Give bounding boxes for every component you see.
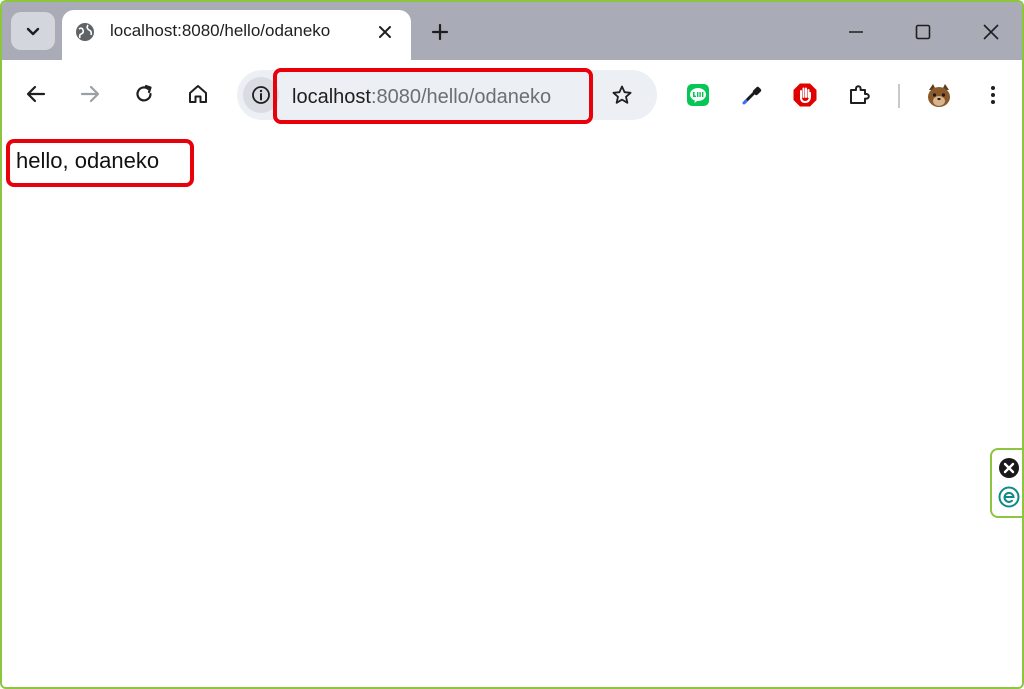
back-button[interactable] [22,80,50,108]
minimize-icon [849,31,863,33]
arrow-right-icon [80,85,100,103]
menu-button[interactable] [980,82,1006,108]
extensions-button[interactable] [846,82,872,108]
url-highlight-box [273,68,593,124]
bookmark-button[interactable] [609,82,635,108]
page-content: hello, odaneko [2,132,1022,687]
close-circle-icon [999,458,1019,478]
tab-strip: localhost:8080/hello/odaneko [2,2,1022,62]
maximize-button[interactable] [911,20,935,44]
more-vert-icon [991,86,995,104]
plus-icon [431,23,449,41]
puzzle-icon [850,85,870,104]
reload-icon [136,84,152,102]
close-icon [379,26,391,38]
toolbar-separator [898,84,900,108]
text-highlight-box [6,139,194,187]
window-close-button[interactable] [979,20,1003,44]
line-icon [687,84,709,106]
tab-close-button[interactable] [373,20,397,44]
tab-search-button[interactable] [11,12,55,50]
eyedropper-icon [742,86,762,105]
arrow-left-icon [26,85,46,103]
reload-button[interactable] [130,80,158,108]
star-icon [612,85,632,104]
globe-icon [74,21,96,43]
avatar-icon [928,84,950,107]
stop-hand-icon [793,83,817,107]
minimize-button[interactable] [844,20,868,44]
active-tab[interactable]: localhost:8080/hello/odaneko [62,10,411,62]
home-button[interactable] [184,80,212,108]
chevron-down-icon [26,27,40,36]
forward-button[interactable] [76,80,104,108]
info-icon [252,86,270,104]
line-extension-button[interactable] [685,82,711,108]
new-tab-button[interactable] [426,18,454,46]
home-icon [189,85,207,103]
e-logo-icon [998,486,1020,508]
close-icon [983,24,999,40]
tab-title: localhost:8080/hello/odaneko [110,21,331,40]
eyedropper-extension-button[interactable] [739,82,765,108]
side-widget [990,448,1022,518]
profile-button[interactable] [924,80,954,110]
browser-window: localhost:8080/hello/odaneko localhost:8… [0,0,1024,689]
blocker-extension-button[interactable] [792,82,818,108]
widget-close-button[interactable] [998,457,1020,479]
widget-e-button[interactable] [998,486,1020,508]
maximize-icon [915,24,931,40]
